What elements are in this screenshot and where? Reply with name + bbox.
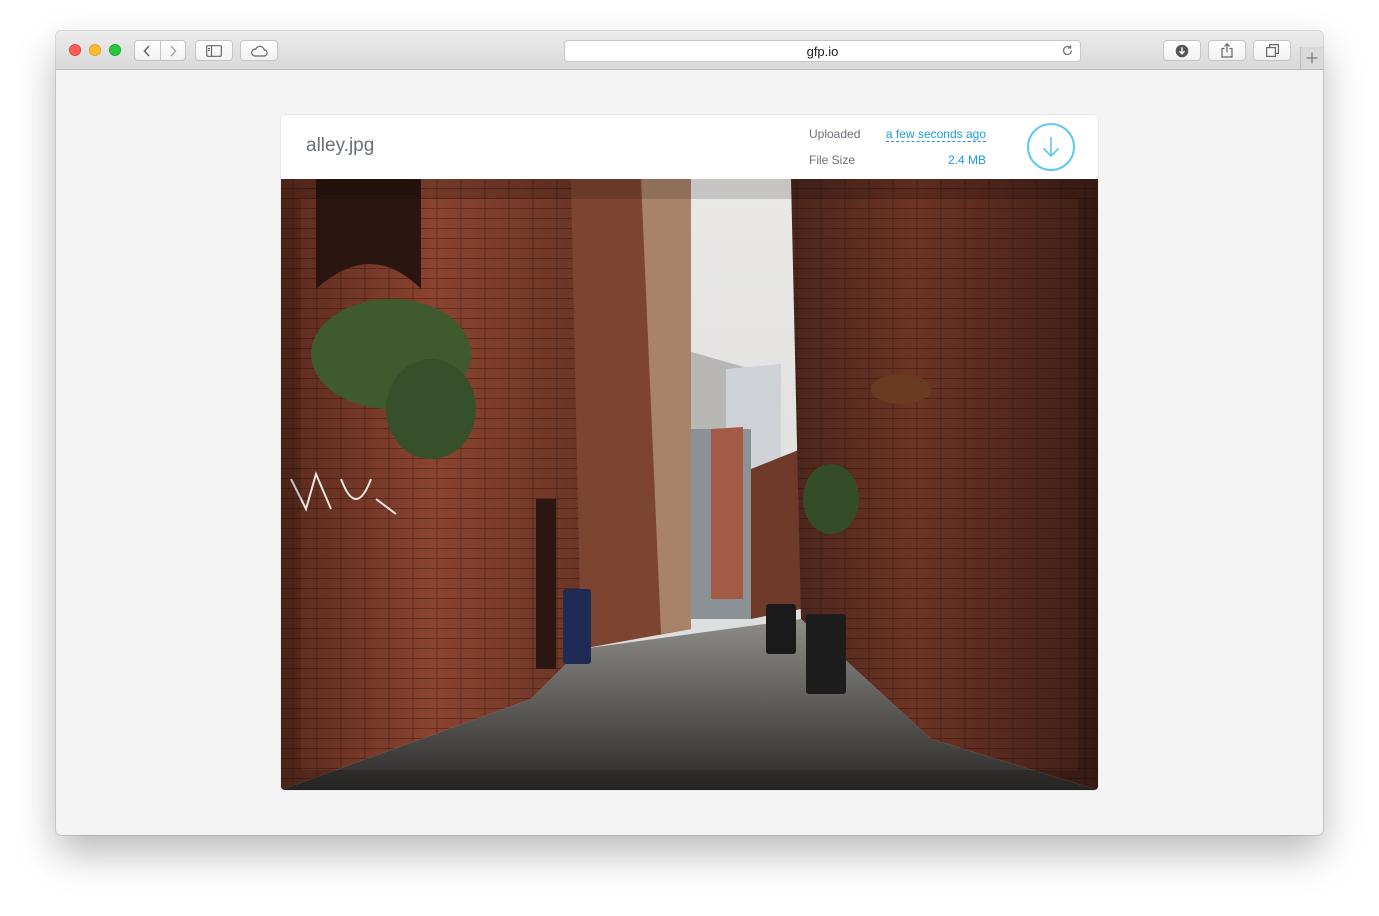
file-card: alley.jpg Uploaded a few seconds ago Fil… [281,115,1098,790]
minimize-window-button[interactable] [89,44,101,56]
tab-overview-icon [1265,44,1279,57]
download-circle-icon [1175,44,1189,57]
url-text: gfp.io [806,44,839,59]
back-button[interactable] [135,41,160,60]
file-header: alley.jpg Uploaded a few seconds ago Fil… [281,115,1098,179]
new-tab-button[interactable] [1300,47,1323,69]
tab-overview-button[interactable] [1253,40,1291,61]
uploaded-label: Uploaded [809,127,861,141]
alley-photo [281,179,1098,790]
browser-window: gfp.io alley.jpg Uploaded a few seconds … [56,31,1323,835]
icloud-tabs-button[interactable] [240,40,278,61]
file-size-value: 2.4 MB [947,153,986,167]
plus-icon [1306,52,1318,64]
file-name: alley.jpg [306,135,375,156]
downloads-button[interactable] [1163,40,1201,61]
reload-icon[interactable] [1061,44,1074,57]
download-button[interactable] [1027,123,1075,171]
close-window-button[interactable] [69,44,81,56]
forward-button[interactable] [159,41,186,60]
share-icon [1221,43,1233,58]
zoom-window-button[interactable] [109,44,121,56]
chevron-left-icon [143,44,150,57]
sidebar-icon [206,44,222,57]
file-size-label: File Size [809,153,856,167]
address-bar[interactable]: gfp.io [564,40,1081,62]
sidebar-button[interactable] [195,40,233,61]
chevron-right-icon [170,44,177,57]
share-button[interactable] [1208,40,1246,61]
history-nav [134,40,186,61]
browser-toolbar: gfp.io [56,31,1323,70]
uploaded-time-link[interactable]: a few seconds ago [885,127,986,142]
icloud-tabs-icon [251,45,268,57]
arrow-down-icon [1042,137,1060,158]
